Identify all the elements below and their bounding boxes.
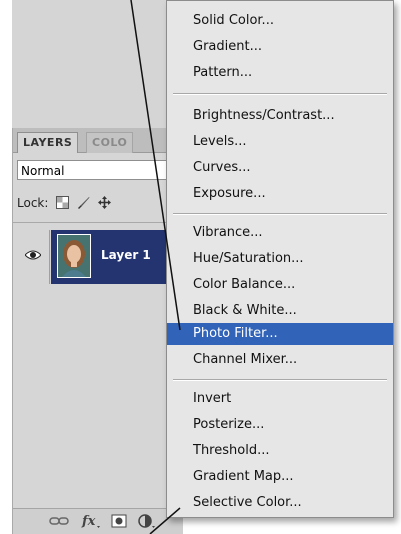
layers-panel: LAYERS COLO Normal Lock: Layer 1 fx [12,128,183,534]
tab-color[interactable]: COLO [86,132,134,153]
adjustment-layer-menu: Solid Color... Gradient... Pattern... Br… [166,0,394,518]
blend-mode-select[interactable]: Normal [17,160,177,180]
lock-label: Lock: [17,196,49,210]
menu-item-gradient[interactable]: Gradient... [167,36,393,58]
mask-icon[interactable] [111,513,129,529]
fx-icon[interactable]: fx [81,513,103,529]
menu-item-photo-filter[interactable]: Photo Filter... [167,323,393,345]
menu-item-threshold[interactable]: Threshold... [167,440,393,462]
layer-row[interactable]: Layer 1 [13,230,183,284]
menu-item-color-balance[interactable]: Color Balance... [167,274,393,296]
menu-item-pattern[interactable]: Pattern... [167,62,393,84]
menu-item-gradient-map[interactable]: Gradient Map... [167,466,393,488]
menu-item-brightness-contrast[interactable]: Brightness/Contrast... [167,105,393,127]
menu-item-hue-saturation[interactable]: Hue/Saturation... [167,248,393,270]
tab-layers[interactable]: LAYERS [17,132,79,153]
visibility-cell[interactable] [15,230,50,284]
layer-name: Layer 1 [101,248,151,262]
menu-separator [173,213,387,215]
link-icon[interactable] [49,513,69,529]
menu-item-posterize[interactable]: Posterize... [167,414,393,436]
canvas-area [12,0,172,128]
menu-item-exposure[interactable]: Exposure... [167,183,393,205]
portrait-thumbnail-icon [58,235,90,277]
layer-selected[interactable]: Layer 1 [51,230,183,284]
menu-item-invert[interactable]: Invert [167,388,393,410]
move-icon[interactable] [97,196,111,209]
screenshot-stage: LAYERS COLO Normal Lock: Layer 1 fx Soli… [0,0,401,534]
menu-separator [173,379,387,381]
brush-icon[interactable] [77,196,90,209]
layers-bottom-toolbar: fx [13,508,183,534]
panel-tab-bar: LAYERS COLO [13,128,183,153]
eye-icon[interactable] [25,250,41,260]
menu-item-selective-color[interactable]: Selective Color... [167,492,393,514]
lock-transparent-pixels-icon[interactable] [56,196,70,209]
menu-item-channel-mixer[interactable]: Channel Mixer... [167,349,393,371]
menu-item-black-white[interactable]: Black & White... [167,300,393,322]
menu-separator [173,93,387,95]
svg-text:fx: fx [81,514,96,529]
divider [13,222,183,223]
lock-row: Lock: [17,192,111,214]
menu-item-vibrance[interactable]: Vibrance... [167,222,393,244]
menu-item-curves[interactable]: Curves... [167,157,393,179]
menu-item-solid-color[interactable]: Solid Color... [167,10,393,32]
adjustment-layer-icon[interactable] [137,513,157,529]
layer-thumbnail [57,234,91,278]
menu-item-levels[interactable]: Levels... [167,131,393,153]
